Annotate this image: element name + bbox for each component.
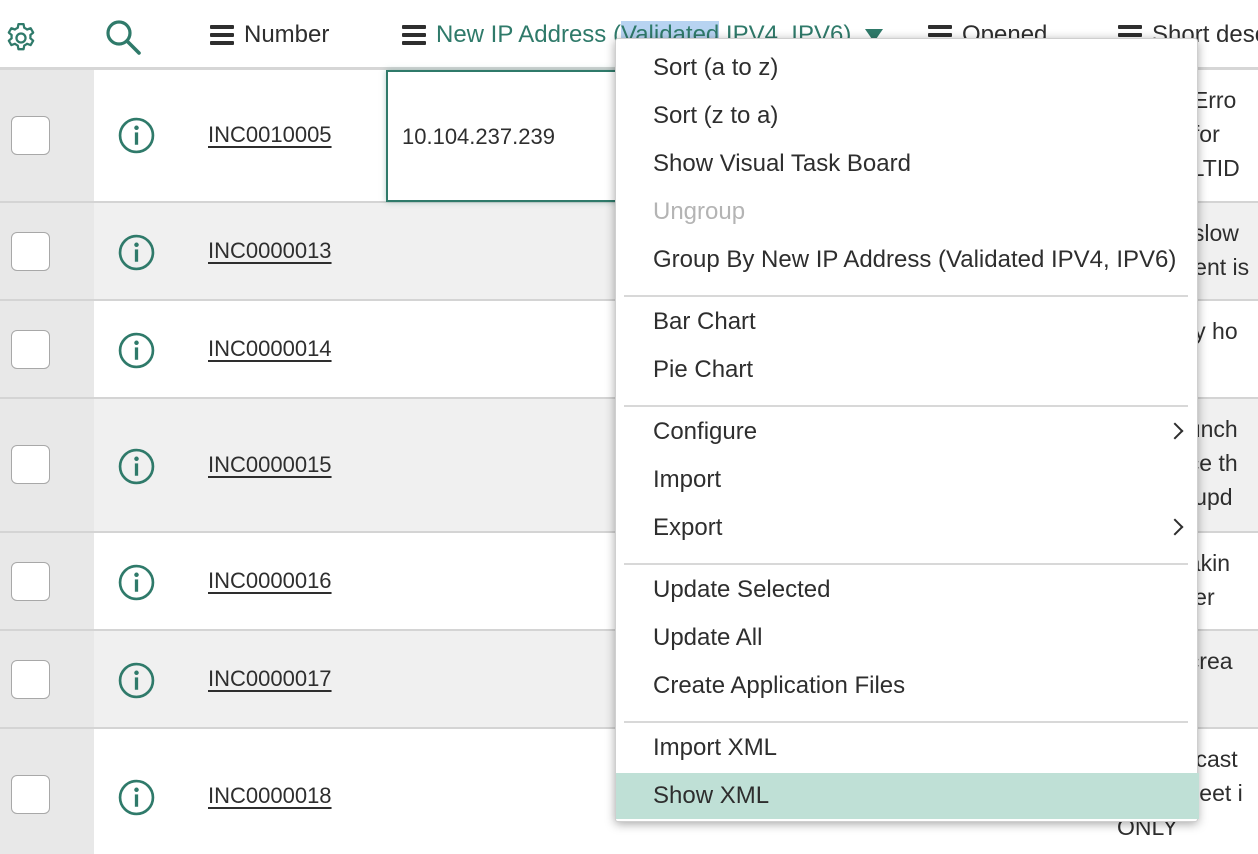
menu-item-import[interactable]: Import (616, 457, 1199, 503)
info-icon[interactable] (118, 448, 155, 485)
hamburger-menu-icon[interactable] (402, 25, 426, 45)
row-checkbox[interactable] (11, 232, 50, 271)
row-checkbox[interactable] (11, 445, 50, 484)
row-checkbox[interactable] (11, 775, 50, 814)
menu-item-label: Export (653, 514, 723, 541)
menu-item-show-xml[interactable]: Show XML (616, 773, 1199, 819)
chevron-right-icon (1166, 518, 1184, 536)
incident-number-link[interactable]: INC0000015 (208, 452, 332, 478)
incident-number-link[interactable]: INC0000014 (208, 336, 332, 362)
menu-separator (624, 721, 1188, 723)
menu-item-update-all[interactable]: Update All (616, 615, 1199, 661)
info-icon[interactable] (118, 117, 155, 154)
incident-number-link[interactable]: INC0000018 (208, 783, 332, 809)
menu-item-group-by[interactable]: Group By New IP Address (Validated IPV4,… (616, 237, 1199, 283)
column-header-number[interactable]: Number (210, 20, 329, 50)
row-checkbox[interactable] (11, 116, 50, 155)
incident-number-link[interactable]: INC0010005 (208, 122, 332, 148)
info-icon[interactable] (118, 234, 155, 271)
gear-icon[interactable] (4, 21, 38, 55)
column-context-menu: Sort (a to z) Sort (z to a) Show Visual … (615, 38, 1199, 822)
search-icon[interactable] (104, 18, 142, 56)
menu-separator (624, 563, 1188, 565)
menu-item-show-visual-task-board[interactable]: Show Visual Task Board (616, 141, 1199, 187)
menu-item-pie-chart[interactable]: Pie Chart (616, 347, 1199, 393)
menu-item-ungroup: Ungroup (653, 198, 746, 225)
info-icon[interactable] (118, 779, 155, 816)
ip-address-cell-selected[interactable]: 10.104.237.239 (386, 70, 626, 202)
incident-number-link[interactable]: INC0000016 (208, 568, 332, 594)
row-checkbox[interactable] (11, 660, 50, 699)
incident-number-link[interactable]: INC0000017 (208, 666, 332, 692)
chevron-right-icon (1166, 422, 1184, 440)
incident-number-link[interactable]: INC0000013 (208, 238, 332, 264)
menu-separator (624, 295, 1188, 297)
column-label: Number (244, 21, 330, 48)
menu-item-sort-z-to-a[interactable]: Sort (z to a) (616, 93, 1199, 139)
menu-item-create-application-files[interactable]: Create Application Files (616, 663, 1199, 709)
menu-item-export[interactable]: Export (616, 505, 1199, 551)
info-icon[interactable] (118, 332, 155, 369)
menu-item-update-selected[interactable]: Update Selected (616, 567, 1199, 613)
row-checkbox[interactable] (11, 330, 50, 369)
menu-item-configure[interactable]: Configure (616, 409, 1199, 455)
hamburger-menu-icon[interactable] (210, 25, 234, 45)
menu-item-label: Configure (653, 418, 758, 445)
menu-item-bar-chart[interactable]: Bar Chart (616, 299, 1199, 345)
info-icon[interactable] (118, 564, 155, 601)
row-checkbox[interactable] (11, 562, 50, 601)
menu-separator (624, 405, 1188, 407)
info-icon[interactable] (118, 662, 155, 699)
menu-item-import-xml[interactable]: Import XML (616, 725, 1199, 771)
ip-address-value: 10.104.237.239 (402, 124, 555, 149)
menu-item-sort-a-to-z[interactable]: Sort (a to z) (616, 45, 1199, 91)
